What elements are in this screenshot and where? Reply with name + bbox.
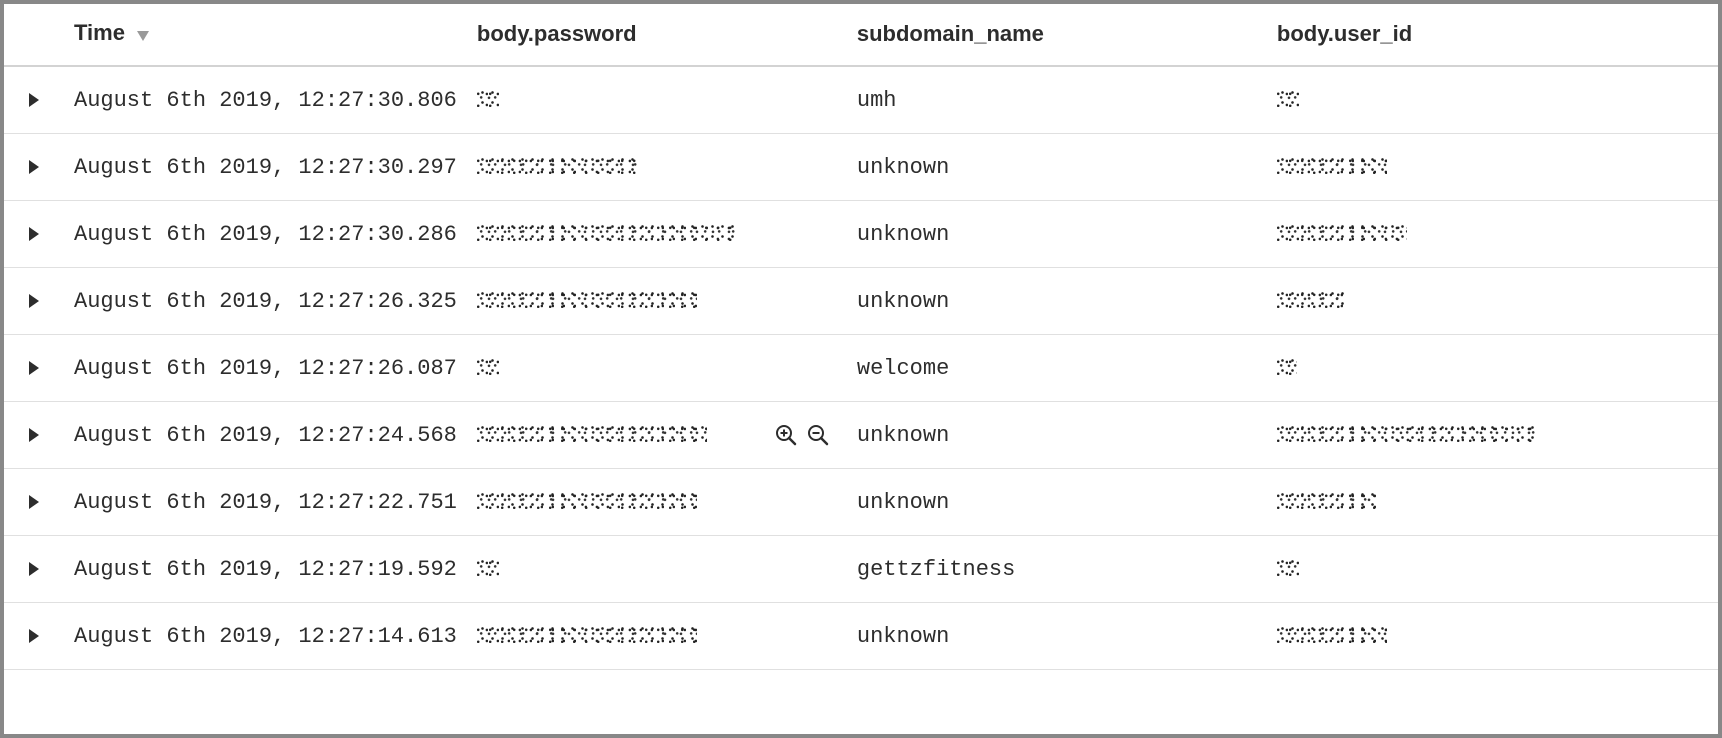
caret-right-icon	[14, 428, 54, 442]
cell-time: August 6th 2019, 12:27:19.592	[64, 536, 467, 603]
redacted-value	[1277, 89, 1299, 107]
cell-user-id	[1267, 536, 1718, 603]
cell-user-id	[1267, 134, 1718, 201]
caret-right-icon	[14, 160, 54, 174]
cell-subdomain: unknown	[847, 134, 1267, 201]
caret-right-icon	[14, 629, 54, 643]
cell-password	[467, 201, 847, 268]
caret-right-icon	[14, 93, 54, 107]
expand-toggle[interactable]	[4, 268, 64, 335]
cell-password	[467, 335, 847, 402]
zoom-out-icon[interactable]	[807, 424, 829, 446]
cell-user-id	[1267, 201, 1718, 268]
table-row[interactable]: August 6th 2019, 12:27:30.297 unknown	[4, 134, 1718, 201]
cell-time: August 6th 2019, 12:27:14.613	[64, 603, 467, 670]
column-header-expand	[4, 4, 64, 66]
cell-time: August 6th 2019, 12:27:30.806	[64, 66, 467, 134]
log-table-panel: Time body.password subdomain_name body.u…	[0, 0, 1722, 738]
cell-user-id	[1267, 402, 1718, 469]
column-header-password[interactable]: body.password	[467, 4, 847, 66]
cell-time: August 6th 2019, 12:27:26.325	[64, 268, 467, 335]
cell-subdomain: unknown	[847, 402, 1267, 469]
redacted-value	[477, 156, 637, 174]
zoom-in-icon[interactable]	[775, 424, 797, 446]
sort-desc-icon	[137, 21, 149, 47]
cell-password	[467, 536, 847, 603]
cell-password	[467, 603, 847, 670]
cell-user-id	[1267, 335, 1718, 402]
cell-user-id	[1267, 469, 1718, 536]
table-row[interactable]: August 6th 2019, 12:27:30.286 unknown	[4, 201, 1718, 268]
column-header-userid[interactable]: body.user_id	[1267, 4, 1718, 66]
cell-time: August 6th 2019, 12:27:30.286	[64, 201, 467, 268]
redacted-value	[477, 491, 697, 509]
cell-subdomain: gettzfitness	[847, 536, 1267, 603]
cell-password	[467, 268, 847, 335]
redacted-value	[1277, 625, 1387, 643]
column-header-subdomain[interactable]: subdomain_name	[847, 4, 1267, 66]
column-header-subdomain-label: subdomain_name	[857, 21, 1044, 46]
expand-toggle[interactable]	[4, 402, 64, 469]
cell-subdomain: unknown	[847, 201, 1267, 268]
expand-toggle[interactable]	[4, 469, 64, 536]
redacted-value	[477, 424, 707, 442]
cell-password	[467, 134, 847, 201]
expand-toggle[interactable]	[4, 201, 64, 268]
redacted-value	[1277, 491, 1377, 509]
cell-password	[467, 402, 847, 469]
table-row[interactable]: August 6th 2019, 12:27:26.325 unknown	[4, 268, 1718, 335]
redacted-value	[1277, 223, 1407, 241]
redacted-value	[1277, 558, 1299, 576]
caret-right-icon	[14, 227, 54, 241]
cell-time: August 6th 2019, 12:27:24.568	[64, 402, 467, 469]
redacted-value	[477, 223, 737, 241]
table-header-row: Time body.password subdomain_name body.u…	[4, 4, 1718, 66]
redacted-value	[1277, 290, 1347, 308]
cell-subdomain: umh	[847, 66, 1267, 134]
cell-time: August 6th 2019, 12:27:30.297	[64, 134, 467, 201]
table-row[interactable]: August 6th 2019, 12:27:19.592 gettzfitnes…	[4, 536, 1718, 603]
redacted-value	[1277, 357, 1297, 375]
table-row[interactable]: August 6th 2019, 12:27:14.613 unknown	[4, 603, 1718, 670]
cell-user-id	[1267, 66, 1718, 134]
table-row[interactable]: August 6th 2019, 12:27:22.751 unknown	[4, 469, 1718, 536]
redacted-value	[477, 89, 501, 107]
expand-toggle[interactable]	[4, 335, 64, 402]
redacted-value	[1277, 424, 1537, 442]
cell-subdomain: unknown	[847, 469, 1267, 536]
column-header-password-label: body.password	[477, 21, 637, 46]
column-header-time-label: Time	[74, 20, 125, 45]
filter-actions	[775, 424, 829, 446]
column-header-userid-label: body.user_id	[1277, 21, 1412, 46]
redacted-value	[477, 357, 499, 375]
redacted-value	[477, 625, 697, 643]
cell-user-id	[1267, 603, 1718, 670]
column-header-time[interactable]: Time	[64, 4, 467, 66]
table-row[interactable]: August 6th 2019, 12:27:26.087 welcome	[4, 335, 1718, 402]
expand-toggle[interactable]	[4, 536, 64, 603]
expand-toggle[interactable]	[4, 134, 64, 201]
cell-time: August 6th 2019, 12:27:22.751	[64, 469, 467, 536]
expand-toggle[interactable]	[4, 66, 64, 134]
caret-right-icon	[14, 294, 54, 308]
cell-password	[467, 66, 847, 134]
table-row[interactable]: August 6th 2019, 12:27:30.806 umh	[4, 66, 1718, 134]
cell-subdomain: welcome	[847, 335, 1267, 402]
caret-right-icon	[14, 495, 54, 509]
cell-subdomain: unknown	[847, 268, 1267, 335]
cell-user-id	[1267, 268, 1718, 335]
expand-toggle[interactable]	[4, 603, 64, 670]
caret-right-icon	[14, 361, 54, 375]
redacted-value	[477, 290, 697, 308]
caret-right-icon	[14, 562, 54, 576]
log-table: Time body.password subdomain_name body.u…	[4, 4, 1718, 670]
redacted-value	[477, 558, 501, 576]
cell-password	[467, 469, 847, 536]
redacted-value	[1277, 156, 1387, 174]
cell-time: August 6th 2019, 12:27:26.087	[64, 335, 467, 402]
cell-subdomain: unknown	[847, 603, 1267, 670]
table-row[interactable]: August 6th 2019, 12:27:24.568 unknown	[4, 402, 1718, 469]
